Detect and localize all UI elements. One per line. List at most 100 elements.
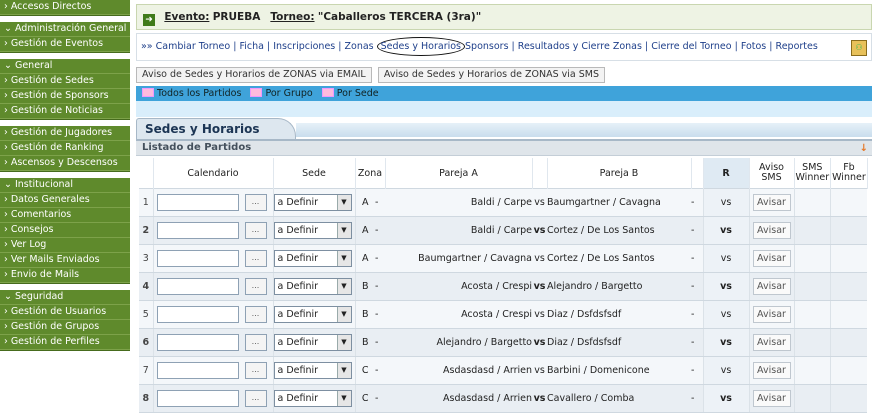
date-input[interactable] [156,334,239,351]
pareja-b: Baumgartner / Cavagna [547,188,691,217]
date-input[interactable] [156,390,239,407]
sidebar-item[interactable]: › Datos Generales [0,193,130,208]
link-zonas[interactable]: Zonas [345,41,374,52]
sidebar-item[interactable]: › Consejos [0,223,130,238]
sidebar-item[interactable]: › Gestión de Usuarios [0,305,130,320]
avisar-button[interactable]: Avisar [752,194,791,211]
calendar-cell: ... [152,244,273,273]
sidebar-group: › Accesos Directos [0,0,130,16]
sidebar-section-header[interactable]: ⌄ Administración General [0,22,130,37]
email-notice-button[interactable]: Aviso de Sedes y Horarios de ZONAS via E… [136,67,372,83]
link-sponsors[interactable]: Sponsors [465,41,509,52]
sede-select[interactable]: a Definir ▼ [274,250,352,267]
sede-select[interactable]: a Definir ▼ [274,278,352,295]
sidebar-item[interactable]: › Gestión de Grupos [0,320,130,335]
sidebar-item[interactable]: › Ver Mails Enviados [0,253,130,268]
sidebar-item[interactable]: › Accesos Directos [0,0,130,15]
dash: - [691,272,703,301]
link-reportes[interactable]: Reportes [776,41,818,52]
sidebar-item[interactable]: › Gestión de Perfiles [0,335,130,350]
avisar-button[interactable]: Avisar [752,222,791,239]
arrow-down-icon[interactable]: ↓ [860,142,868,156]
date-input[interactable] [156,306,239,323]
sidebar-section-header[interactable]: ⌄ Institucional [0,178,130,193]
sms-winner-cell [793,188,831,217]
sidebar: › Accesos Directos ⌄ Administración Gener… [0,0,130,396]
sede-select[interactable]: a Definir ▼ [274,334,352,351]
avisar-button[interactable]: Avisar [752,362,791,379]
sede-select[interactable]: a Definir ▼ [274,194,352,211]
link-ficha[interactable]: Ficha [239,41,263,52]
sidebar-section-header[interactable]: ⌄ Seguridad [0,290,130,305]
sidebar-item[interactable]: › Gestión de Jugadores [0,126,130,141]
users-icon[interactable]: ⚇ [851,40,867,56]
list-title: Listado de Partidos [142,142,252,153]
link-fotos[interactable]: Fotos [741,41,766,52]
link-resultados-y-cierre-zonas[interactable]: Resultados y Cierre Zonas [518,41,642,52]
sidebar-item[interactable]: › Gestión de Sponsors [0,89,130,104]
link-inscripciones[interactable]: Inscripciones [273,41,335,52]
chevron-down-icon: ▼ [336,391,351,406]
sidebar-item[interactable]: › Envio de Mails [0,268,130,283]
result-cell: vs [702,328,749,357]
sede-cell: a Definir ▼ [272,300,355,329]
sidebar-item[interactable]: › Gestión de Noticias [0,104,130,119]
sede-select[interactable]: a Definir ▼ [274,362,352,379]
sede-select[interactable]: a Definir ▼ [274,390,352,407]
date-picker-button[interactable]: ... [244,362,267,379]
zona-cell: B [354,272,375,301]
avisar-button[interactable]: Avisar [752,390,791,407]
link-separator: | [641,41,652,52]
sede-select[interactable]: a Definir ▼ [274,222,352,239]
filter-label: Por Grupo [265,88,313,99]
row-number: 8 [139,384,153,413]
chevron-down-icon: ▼ [336,195,351,210]
filter-by-group[interactable]: Por Grupo [250,86,313,101]
list-header: Listado de Partidos ↓ [136,141,872,156]
date-picker-button[interactable]: ... [244,250,267,267]
date-input[interactable] [156,278,239,295]
sidebar-item[interactable]: › Ascensos y Descensos [0,156,130,171]
date-picker-button[interactable]: ... [244,306,267,323]
link-sedes-y-horarios[interactable]: Sedes y Horarios [376,37,466,56]
sidebar-item[interactable]: › Comentarios [0,208,130,223]
link-cambiar-torneo[interactable]: Cambiar Torneo [156,41,231,52]
sede-select[interactable]: a Definir ▼ [274,306,352,323]
date-picker-button[interactable]: ... [244,334,267,351]
sidebar-item[interactable]: › Ver Log [0,238,130,253]
date-input[interactable] [156,222,239,239]
date-input[interactable] [156,250,239,267]
filter-all-matches[interactable]: Todos los Partidos [142,86,241,101]
aviso-sms-cell: Avisar [748,356,794,385]
date-picker-button[interactable]: ... [244,278,267,295]
date-picker-button[interactable]: ... [244,222,267,239]
sidebar-section-header[interactable]: ⌄ General [0,59,130,74]
dash: - [375,188,385,217]
sms-notice-button[interactable]: Aviso de Sedes y Horarios de ZONAS via S… [377,67,606,83]
link-cierre-del-torneo[interactable]: Cierre del Torneo [651,41,731,52]
avisar-button[interactable]: Avisar [752,250,791,267]
row-number: 4 [139,272,153,301]
aviso-sms-cell: Avisar [748,300,794,329]
date-picker-button[interactable]: ... [244,390,267,407]
avisar-button[interactable]: Avisar [752,306,791,323]
result-cell: vs [702,384,749,413]
sede-cell: a Definir ▼ [272,356,355,385]
col-vs [532,158,548,189]
sidebar-item[interactable]: › Gestión de Sedes [0,74,130,89]
avisar-button[interactable]: Avisar [752,278,791,295]
filter-by-venue[interactable]: Por Sede [321,86,379,101]
table-row: 7... a Definir ▼ C - Asdasdasd / Arrien vs Barb… [139,356,868,385]
sidebar-group: ⌄ Institucional › Datos Generales › Coment… [0,178,130,284]
sidebar-item[interactable]: › Gestión de Eventos [0,37,130,52]
sms-winner-cell [793,244,831,273]
avisar-button[interactable]: Avisar [752,334,791,351]
dash: - [691,188,703,217]
fb-winner-cell [830,328,868,357]
sms-winner-cell [793,216,831,245]
sidebar-item[interactable]: › Gestión de Ranking [0,141,130,156]
row-number: 3 [139,244,153,273]
date-input[interactable] [156,362,239,379]
date-input[interactable] [156,194,239,211]
date-picker-button[interactable]: ... [244,194,267,211]
